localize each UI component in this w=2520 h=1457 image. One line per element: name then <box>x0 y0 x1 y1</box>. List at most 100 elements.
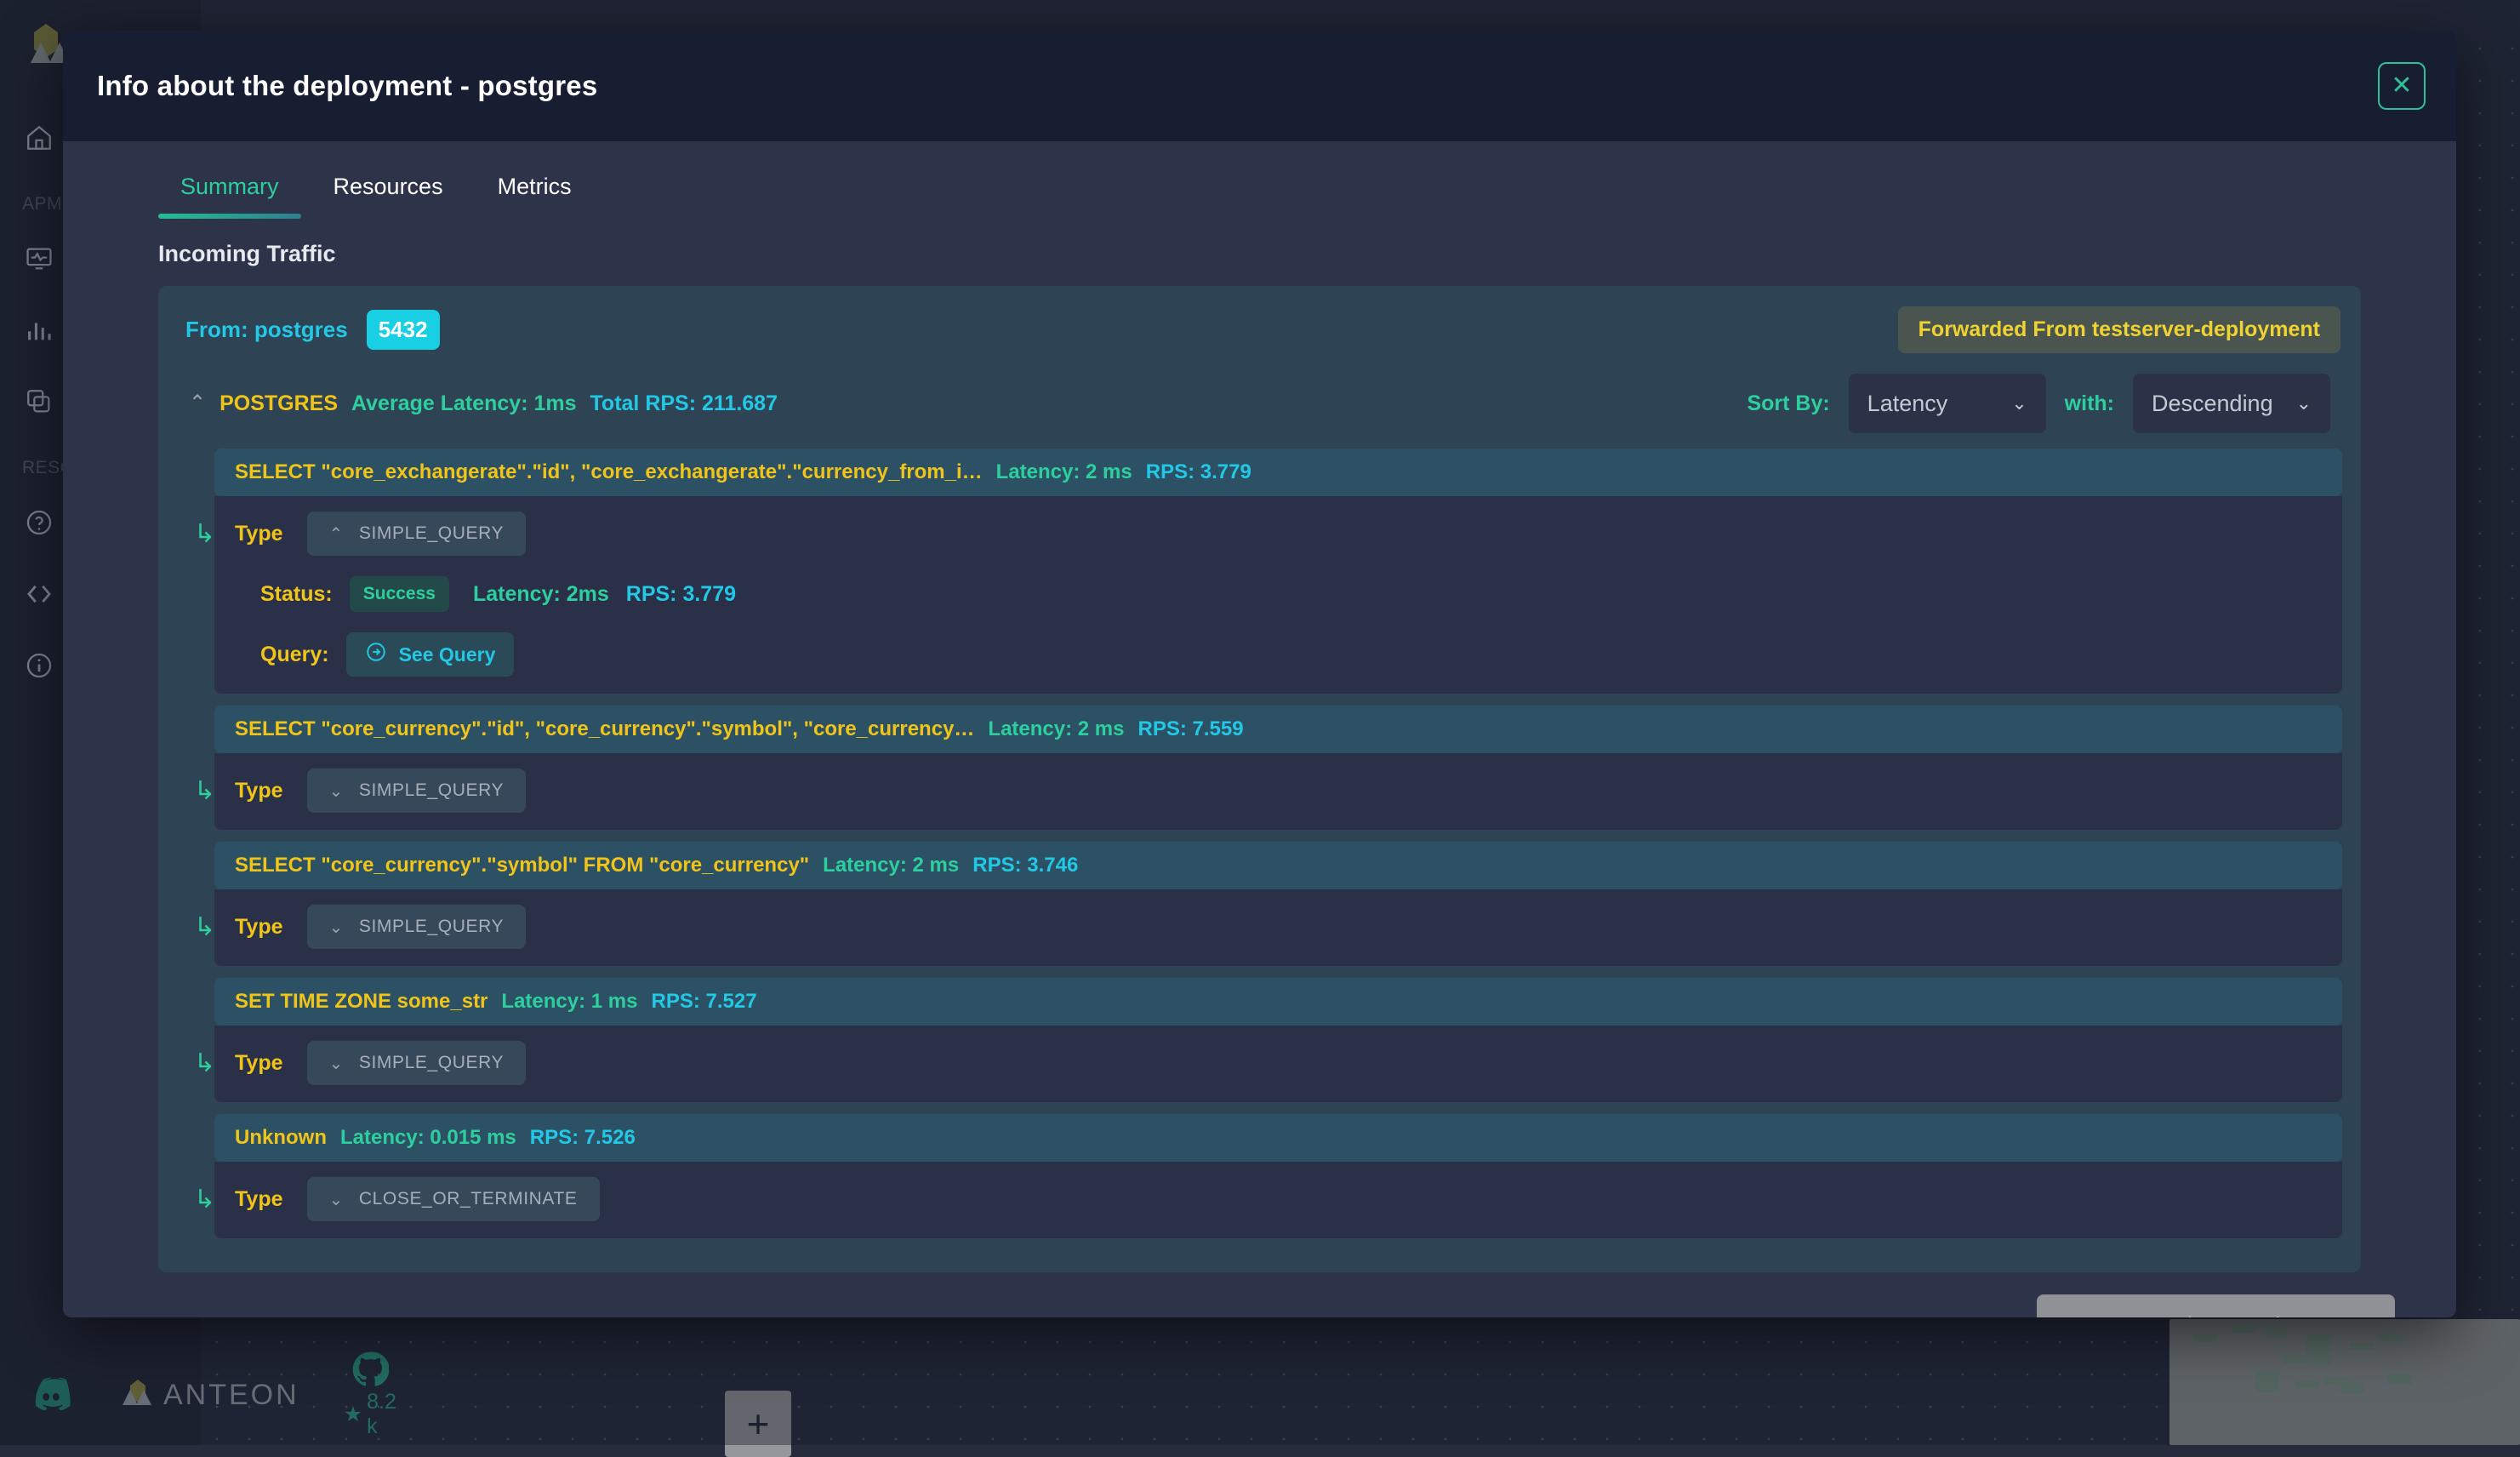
status-row: Status: Success Latency: 2ms RPS: 3.779 <box>235 556 2322 612</box>
page-title: Info about the deployment - postgres <box>97 70 597 102</box>
status-label: Status: <box>260 582 333 607</box>
chevron-down-icon: ⌄ <box>2011 392 2027 414</box>
arrow-right-down-icon: ↳ <box>194 1051 215 1077</box>
type-toggle[interactable]: ⌃ SIMPLE_QUERY <box>307 511 527 556</box>
protocol-summary-row: ⌃ POSTGRES Average Latency: 1ms Total RP… <box>177 353 2342 449</box>
query-action-row: Query: See Query <box>235 612 2322 677</box>
query-details: Type ⌄ CLOSE_OR_TERMINATE <box>214 1162 2342 1238</box>
type-toggle[interactable]: ⌄ SIMPLE_QUERY <box>307 905 527 949</box>
arrow-right-down-icon: ↳ <box>194 915 215 940</box>
chevron-up-icon: ⌃ <box>329 523 344 545</box>
list-item: ↳ SELECT "core_exchangerate"."id", "core… <box>187 449 2342 694</box>
type-row: Type ⌄ CLOSE_OR_TERMINATE <box>235 1177 2322 1221</box>
query-rps: RPS: 3.779 <box>1146 460 1251 484</box>
modal-footer: Return to the Service Map <box>63 1272 2456 1317</box>
forwarded-from-badge: Forwarded From testserver-deployment <box>1898 306 2340 353</box>
chevron-up-icon[interactable]: ⌃ <box>189 393 206 414</box>
query-details: Type ⌄ SIMPLE_QUERY <box>214 1026 2342 1102</box>
sort-with-label: with: <box>2065 391 2114 416</box>
tab-resources[interactable]: Resources <box>311 165 465 219</box>
sort-by-select[interactable]: Latency ⌄ <box>1849 374 2046 433</box>
protocol-name: POSTGRES <box>220 391 338 416</box>
query-latency: Latency: 0.015 ms <box>340 1126 516 1150</box>
list-item: ↳ SELECT "core_currency"."symbol" FROM "… <box>187 842 2342 966</box>
query-text: SELECT "core_exchangerate"."id", "core_e… <box>235 460 983 484</box>
arrow-circle-right-icon <box>365 641 387 668</box>
type-toggle[interactable]: ⌄ SIMPLE_QUERY <box>307 1041 527 1085</box>
query-header[interactable]: SELECT "core_exchangerate"."id", "core_e… <box>214 449 2342 496</box>
type-row: Type ⌄ SIMPLE_QUERY <box>235 1041 2322 1085</box>
query-latency: Latency: 2 ms <box>823 854 959 877</box>
query-details: Type ⌄ SIMPLE_QUERY <box>214 889 2342 966</box>
query-rps: RPS: 7.527 <box>651 990 756 1014</box>
query-header[interactable]: SELECT "core_currency"."symbol" FROM "co… <box>214 842 2342 889</box>
type-row: Type ⌃ SIMPLE_QUERY <box>235 511 2322 556</box>
type-toggle[interactable]: ⌄ CLOSE_OR_TERMINATE <box>307 1177 600 1221</box>
chevron-down-icon: ⌄ <box>329 1053 344 1074</box>
query-latency: Latency: 1 ms <box>501 990 637 1014</box>
type-value: SIMPLE_QUERY <box>359 780 504 801</box>
query-header[interactable]: Unknown Latency: 0.015 ms RPS: 7.526 <box>214 1114 2342 1162</box>
query-label: Query: <box>260 643 329 667</box>
query-text: Unknown <box>235 1126 327 1150</box>
query-rps: RPS: 7.559 <box>1138 717 1244 741</box>
sort-by-value: Latency <box>1867 391 1948 417</box>
tab-metrics[interactable]: Metrics <box>476 165 594 219</box>
sort-direction-select[interactable]: Descending ⌄ <box>2133 374 2330 433</box>
from-left: From: postgres 5432 <box>185 310 440 350</box>
type-toggle[interactable]: ⌄ SIMPLE_QUERY <box>307 768 527 813</box>
chevron-down-icon: ⌄ <box>329 780 344 802</box>
list-item: ↳ Unknown Latency: 0.015 ms RPS: 7.526 T… <box>187 1114 2342 1238</box>
tab-summary[interactable]: Summary <box>158 165 301 219</box>
list-item: ↳ SELECT "core_currency"."id", "core_cur… <box>187 706 2342 830</box>
protocol-average-latency: Average Latency: 1ms <box>351 391 576 416</box>
close-icon[interactable]: ✕ <box>2378 62 2426 110</box>
query-latency: Latency: 2 ms <box>996 460 1132 484</box>
type-row: Type ⌄ SIMPLE_QUERY <box>235 768 2322 813</box>
type-value: SIMPLE_QUERY <box>359 523 504 544</box>
app-root: + <box>0 0 2520 1445</box>
protocol-summary-left[interactable]: ⌃ POSTGRES Average Latency: 1ms Total RP… <box>189 391 778 416</box>
detail-latency: Latency: 2ms <box>473 582 609 607</box>
see-query-button[interactable]: See Query <box>346 632 515 677</box>
section-title-incoming-traffic: Incoming Traffic <box>63 219 2456 267</box>
chevron-down-icon: ⌄ <box>329 917 344 938</box>
sort-controls: Sort By: Latency ⌄ with: Descending ⌄ <box>1747 374 2337 433</box>
type-row: Type ⌄ SIMPLE_QUERY <box>235 905 2322 949</box>
arrow-right-down-icon: ↳ <box>194 522 215 547</box>
deployment-info-modal: Info about the deployment - postgres ✕ S… <box>63 31 2456 1317</box>
query-rps: RPS: 7.526 <box>530 1126 636 1150</box>
from-label: From: postgres <box>185 317 348 343</box>
modal-header: Info about the deployment - postgres ✕ <box>63 31 2456 141</box>
return-to-service-map-button[interactable]: Return to the Service Map <box>2037 1294 2395 1317</box>
query-text: SELECT "core_currency"."id", "core_curre… <box>235 717 974 741</box>
protocol-total-rps: Total RPS: 211.687 <box>590 391 778 416</box>
type-value: SIMPLE_QUERY <box>359 1053 504 1073</box>
query-text: SELECT "core_currency"."symbol" FROM "co… <box>235 854 809 877</box>
tab-bar: Summary Resources Metrics <box>63 141 2456 219</box>
sort-by-label: Sort By: <box>1747 391 1829 416</box>
query-rps: RPS: 3.746 <box>972 854 1078 877</box>
type-value: SIMPLE_QUERY <box>359 917 504 937</box>
type-label: Type <box>235 779 283 803</box>
type-value: CLOSE_OR_TERMINATE <box>359 1189 578 1209</box>
type-label: Type <box>235 915 283 940</box>
status-badge: Success <box>350 576 449 612</box>
chevron-down-icon: ⌄ <box>2296 392 2312 414</box>
incoming-traffic-card: From: postgres 5432 Forwarded From tests… <box>158 286 2361 1272</box>
see-query-label: See Query <box>399 643 496 666</box>
list-item: ↳ SET TIME ZONE some_str Latency: 1 ms R… <box>187 978 2342 1102</box>
type-label: Type <box>235 1187 283 1212</box>
from-row: From: postgres 5432 Forwarded From tests… <box>177 301 2342 353</box>
query-text: SET TIME ZONE some_str <box>235 990 487 1014</box>
chevron-down-icon: ⌄ <box>329 1189 344 1210</box>
arrow-right-down-icon: ↳ <box>194 1187 215 1213</box>
query-header[interactable]: SELECT "core_currency"."id", "core_curre… <box>214 706 2342 753</box>
query-list: ↳ SELECT "core_exchangerate"."id", "core… <box>177 449 2342 1238</box>
query-header[interactable]: SET TIME ZONE some_str Latency: 1 ms RPS… <box>214 978 2342 1026</box>
query-latency: Latency: 2 ms <box>988 717 1124 741</box>
arrow-right-down-icon: ↳ <box>194 779 215 804</box>
sort-direction-value: Descending <box>2152 391 2273 417</box>
query-details: Type ⌄ SIMPLE_QUERY <box>214 753 2342 830</box>
port-badge: 5432 <box>367 310 440 350</box>
